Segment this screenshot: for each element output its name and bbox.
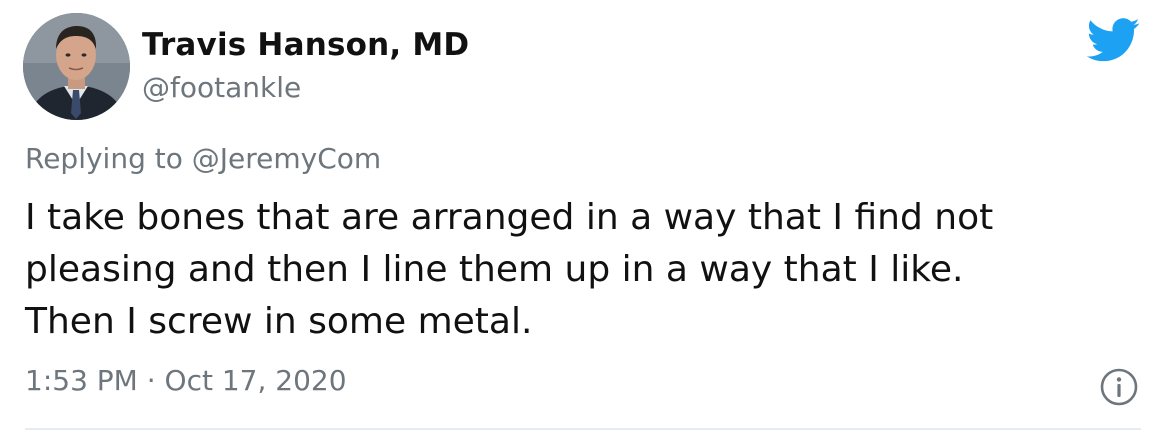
author-display-name[interactable]: Travis Hanson, MD <box>142 27 469 63</box>
tweet-card: Travis Hanson, MD @footankle Replying to… <box>0 0 1166 434</box>
twitter-bird-glyph <box>1086 18 1140 62</box>
meta-separator: · <box>146 364 156 397</box>
tweet-timestamp[interactable]: 1:53 PM · Oct 17, 2020 <box>25 364 347 397</box>
tweet-date: Oct 17, 2020 <box>164 364 347 397</box>
tweet-text-line: Then I screw in some metal. <box>25 301 533 342</box>
tweet-text: I take bones that are arranged in a way … <box>25 192 1145 348</box>
avatar-photo <box>23 13 130 120</box>
reply-context: Replying to @JeremyCom <box>25 142 381 175</box>
reply-to-handle[interactable]: @JeremyCom <box>192 142 381 175</box>
info-circle-glyph <box>1100 368 1138 406</box>
reply-prefix: Replying to <box>25 142 192 175</box>
tweet-text-line: pleasing and then I line them up in a wa… <box>25 249 964 290</box>
avatar[interactable] <box>23 13 130 120</box>
twitter-bird-icon[interactable] <box>1086 18 1141 62</box>
tweet-text-line: I take bones that are arranged in a way … <box>25 197 994 238</box>
divider <box>25 428 1141 430</box>
info-icon[interactable] <box>1099 367 1139 407</box>
tweet-time: 1:53 PM <box>25 364 138 397</box>
author-handle[interactable]: @footankle <box>142 71 301 104</box>
